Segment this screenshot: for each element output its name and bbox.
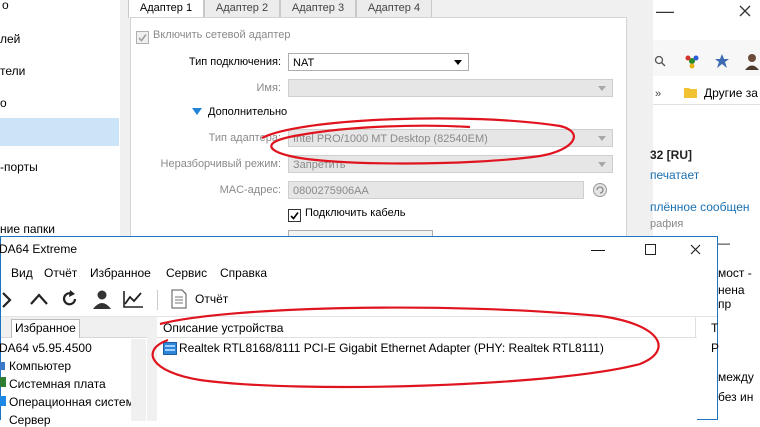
annotation-layer <box>151 117 660 389</box>
annotation-ellipse-device <box>151 306 660 389</box>
annotation-ellipse-adapter-type <box>261 117 575 165</box>
